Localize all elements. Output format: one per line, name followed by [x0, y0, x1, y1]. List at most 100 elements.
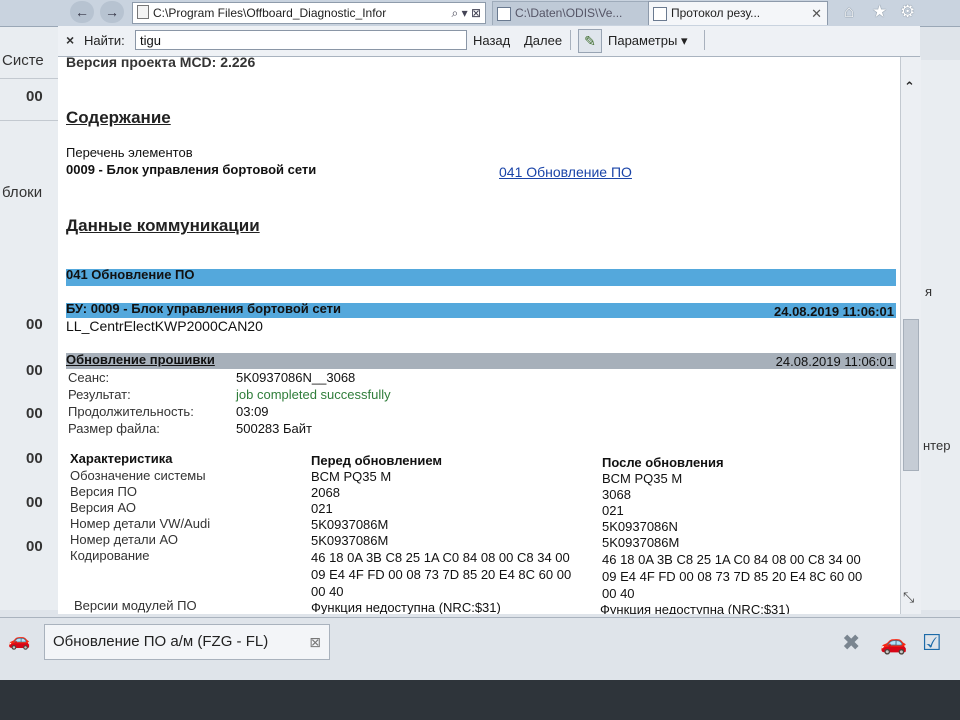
communication-heading: Данные коммуникации: [66, 216, 260, 235]
find-bar: × Найти: Назад Далее ✎ Параметры ▾: [58, 26, 920, 57]
find-next-button[interactable]: Далее: [524, 33, 562, 48]
table-header: Характеристика: [70, 451, 173, 466]
home-icon[interactable]: ⌂: [844, 2, 854, 22]
tab-label: C:\Daten\ODIS\Ve...: [515, 6, 623, 20]
page-icon: [653, 7, 667, 21]
ecu-name: LL_CentrElectKWP2000CAN20: [66, 318, 263, 334]
background-text: нтер: [923, 438, 951, 453]
close-icon[interactable]: ⊠: [309, 625, 321, 659]
table-cell-after: 5K0937086N: [602, 519, 678, 534]
result-label: Результат:: [68, 387, 131, 402]
gear-icon[interactable]: ⚙: [900, 2, 915, 22]
bottom-bezel: [0, 680, 960, 720]
background-label: блоки: [2, 184, 43, 201]
coding-before-line: 46 18 0A 3B C8 25 1A C0 84 08 00 C8 34 0…: [311, 550, 570, 565]
divider: [570, 30, 571, 50]
tools-icon[interactable]: ✖: [842, 630, 860, 656]
car-icon[interactable]: 🚗: [8, 630, 30, 651]
vertical-scrollbar[interactable]: ⌃ ⤡: [900, 57, 921, 614]
highlight-pen-icon[interactable]: ✎: [578, 29, 602, 53]
modules-before: Функция недоступна (NRC:$31): [311, 600, 501, 614]
filesize-value: 500283 Байт: [236, 421, 312, 436]
forward-arrow-icon[interactable]: →: [100, 1, 124, 23]
find-input[interactable]: [135, 30, 467, 50]
modules-after: Функция недоступна (NRC:$31): [600, 602, 790, 614]
duration-value: 03:09: [236, 404, 269, 419]
resize-grip-icon[interactable]: ⤡: [903, 589, 914, 606]
modules-label: Версии модулей ПО: [74, 598, 197, 613]
coding-label: Кодирование: [70, 548, 150, 563]
background-label: Систе: [2, 52, 44, 69]
table-cell-before: BCM PQ35 M: [311, 469, 392, 484]
table-row-name: Версия ПО: [70, 484, 137, 499]
table-cell-before: 5K0937086M: [311, 517, 389, 532]
filesize-label: Размер файла:: [68, 421, 160, 436]
result-value: job completed successfully: [236, 387, 391, 402]
firmware-datetime: 24.08.2019 11:06:01: [775, 354, 894, 369]
coding-before-line: 00 40: [311, 584, 344, 599]
session-label: Сеанс:: [68, 370, 110, 385]
background-row-number[interactable]: 00: [26, 88, 43, 105]
session-value: 5K0937086N__3068: [236, 370, 356, 385]
back-arrow-icon[interactable]: ←: [70, 1, 94, 23]
table-row-name: Обозначение системы: [70, 468, 206, 483]
background-row-number[interactable]: 00: [26, 538, 43, 555]
tab-protocol[interactable]: Протокол резу... ✕: [648, 1, 828, 25]
firmware-band: Обновление прошивки 24.08.2019 11:06:01: [66, 352, 896, 369]
project-version: Версия проекта MCD: 2.226: [66, 57, 256, 70]
car-icon[interactable]: 🚗: [880, 630, 907, 656]
section-band-label: 041 Обновление ПО: [66, 267, 195, 282]
coding-after-line: 00 40: [602, 586, 635, 601]
close-icon[interactable]: ✕: [811, 2, 822, 25]
background-text: я: [925, 284, 933, 299]
background-row-number[interactable]: 00: [26, 450, 43, 467]
chevron-down-icon: ▾: [680, 33, 688, 48]
background-row-number[interactable]: 00: [26, 494, 43, 511]
duration-label: Продолжительность:: [68, 404, 194, 419]
background-right-panel: я нтер: [920, 60, 960, 610]
background-row-number[interactable]: 00: [26, 316, 43, 333]
table-header: После обновления: [602, 455, 724, 470]
table-cell-after: 5K0937086M: [602, 535, 680, 550]
tab-label: Протокол резу...: [671, 6, 761, 20]
table-cell-after: 3068: [602, 487, 631, 502]
table-row-name: Версия АО: [70, 500, 137, 515]
options-label: Параметры: [608, 33, 678, 48]
coding-after-line: 46 18 0A 3B C8 25 1A C0 84 08 00 C8 34 0…: [602, 552, 861, 567]
firmware-band-label: Обновление прошивки: [66, 352, 215, 367]
table-row-name: Номер детали VW/Audi: [70, 516, 211, 531]
background-left-panel: Систе блоки 00 00 00 00 00 00 00: [0, 0, 59, 610]
report-document: Версия проекта MCD: 2.226 Содержание Пер…: [58, 57, 900, 614]
address-bar[interactable]: C:\Program Files\Offboard_Diagnostic_Inf…: [132, 2, 486, 24]
task-bar: 🚗 Обновление ПО а/м (FZG - FL) ⊠ ✖ 🚗 ☑: [0, 617, 960, 680]
page-icon: [137, 5, 149, 19]
table-cell-after: BCM PQ35 M: [602, 471, 683, 486]
table-cell-after: 021: [602, 503, 624, 518]
address-tools-icon[interactable]: ⌕ ▾ ⊠: [452, 3, 481, 23]
tab-report-folder[interactable]: C:\Daten\ODIS\Ve...: [492, 1, 664, 25]
coding-after-line: 09 E4 4F FD 00 08 73 7D 85 20 E4 8C 60 0…: [602, 569, 863, 584]
elements-list-label: Перечень элементов: [66, 145, 193, 160]
scroll-up-icon[interactable]: ⌃: [904, 79, 915, 95]
address-text: C:\Program Files\Offboard_Diagnostic_Inf…: [153, 6, 387, 20]
scroll-thumb[interactable]: [903, 319, 919, 471]
close-find-icon[interactable]: ×: [66, 32, 74, 48]
checkbox-icon[interactable]: ☑: [922, 630, 942, 656]
divider: [0, 78, 58, 79]
section-band: 041 Обновление ПО: [66, 267, 896, 286]
star-icon[interactable]: ★: [872, 2, 887, 22]
ecu-datetime: 24.08.2019 11:06:01: [774, 304, 894, 319]
task-tab-software-update[interactable]: Обновление ПО а/м (FZG - FL) ⊠: [44, 624, 330, 660]
module-entry: 0009 - Блок управления бортовой сети: [66, 162, 317, 177]
divider: [0, 120, 58, 121]
divider: [704, 30, 705, 50]
options-button[interactable]: Параметры ▾: [608, 33, 687, 49]
find-previous-button[interactable]: Назад: [473, 33, 510, 48]
background-row-number[interactable]: 00: [26, 405, 43, 422]
task-tab-label: Обновление ПО а/м (FZG - FL): [53, 633, 269, 650]
table-cell-before: 5K0937086M: [311, 533, 389, 548]
table-cell-before: 021: [311, 501, 333, 516]
background-row-number[interactable]: 00: [26, 362, 43, 379]
module-link[interactable]: 041 Обновление ПО: [499, 164, 632, 180]
coding-before-line: 09 E4 4F FD 00 08 73 7D 85 20 E4 8C 60 0…: [311, 567, 572, 582]
